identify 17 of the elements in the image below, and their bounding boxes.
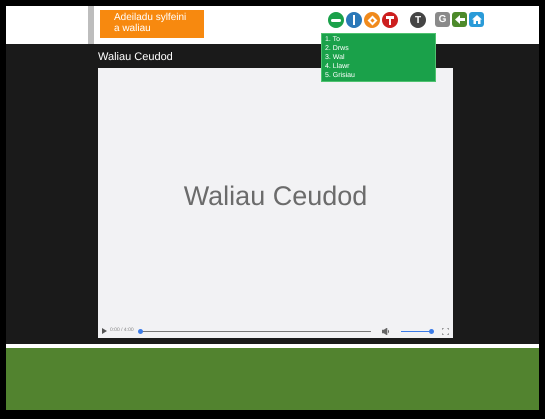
left-arrow-icon [454,15,464,24]
play-icon[interactable] [102,328,107,334]
tool-button[interactable]: T [410,12,426,28]
timeline-bar [88,6,94,44]
progress-thumb[interactable] [138,328,143,334]
volume-icon[interactable] [382,328,390,334]
volume-thumb[interactable] [429,328,434,334]
home-icon [472,15,482,24]
fullscreen-icon[interactable] [442,328,449,334]
video-title: Waliau Ceudod [98,50,173,64]
slide-title: Waliau Ceudod [184,180,368,213]
back-button[interactable] [452,12,467,27]
glossary-button[interactable]: G [435,12,450,27]
home-button[interactable] [469,12,484,27]
diamond-icon[interactable] [364,12,380,28]
topic-tag[interactable]: Adeiladu sylfeini a waliau [100,10,204,38]
minus-icon[interactable] [328,12,344,28]
